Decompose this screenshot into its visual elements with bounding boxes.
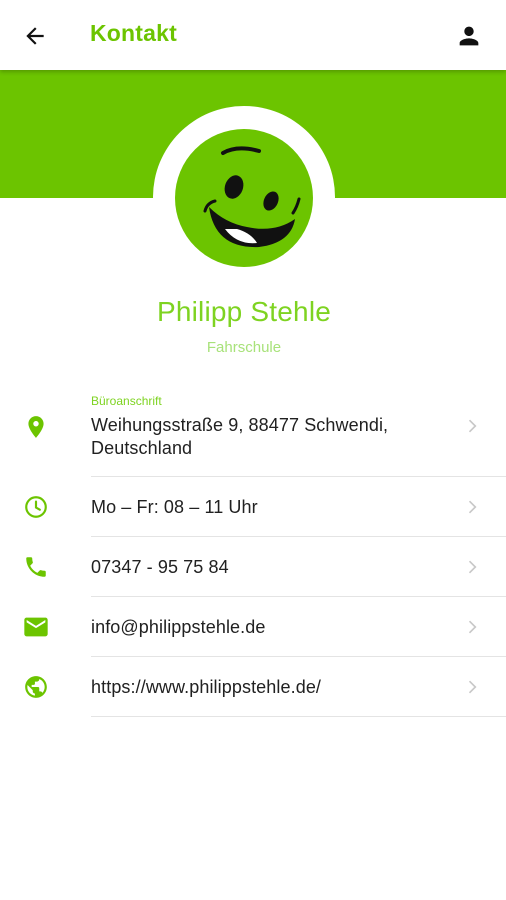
profile-subtitle: Fahrschule [206,339,282,356]
mail-icon [21,612,51,642]
website-value: https://www.philippstehle.de/ [91,677,322,697]
chevron-right-icon [460,414,484,438]
page-title: Kontakt [90,20,178,46]
contact-row-website[interactable]: https://www.philippstehle.de/ [0,657,506,717]
hours-value: Mo – Fr: 08 – 11 Uhr [91,497,258,517]
address-label: Büroanschrift [91,394,162,408]
clock-icon [21,492,51,522]
profile-button[interactable] [452,19,486,53]
email-value: info@philippstehle.de [91,617,266,637]
chevron-right-icon [460,675,484,699]
app-bar: Kontakt [0,0,506,70]
phone-value: 07347 - 95 75 84 [91,557,229,577]
phone-icon [21,552,51,582]
avatar [175,129,313,267]
back-button[interactable] [18,19,52,53]
contact-row-address[interactable]: Büroanschrift Weihungsstraße 9, 88477 Sc… [0,378,506,477]
arrow-left-icon [26,27,44,45]
person-icon [459,26,479,46]
contact-row-phone[interactable]: 07347 - 95 75 84 [0,537,506,597]
chevron-right-icon [460,555,484,579]
chevron-right-icon [460,495,484,519]
contact-row-hours[interactable]: Mo – Fr: 08 – 11 Uhr [0,477,506,537]
divider [91,716,506,717]
address-line-2: Deutschland [91,438,193,458]
address-value: Weihungsstraße 9, 88477 Schwendi, Deutsc… [91,414,451,460]
address-line-1: Weihungsstraße 9, 88477 Schwendi, [91,415,389,435]
globe-icon [21,672,51,702]
contact-row-email[interactable]: info@philippstehle.de [0,597,506,657]
profile-name: Philipp Stehle [156,296,332,327]
chevron-right-icon [460,615,484,639]
contact-list: Büroanschrift Weihungsstraße 9, 88477 Sc… [0,378,506,717]
smiley-face-logo [203,146,301,248]
location-pin-icon [21,412,51,442]
